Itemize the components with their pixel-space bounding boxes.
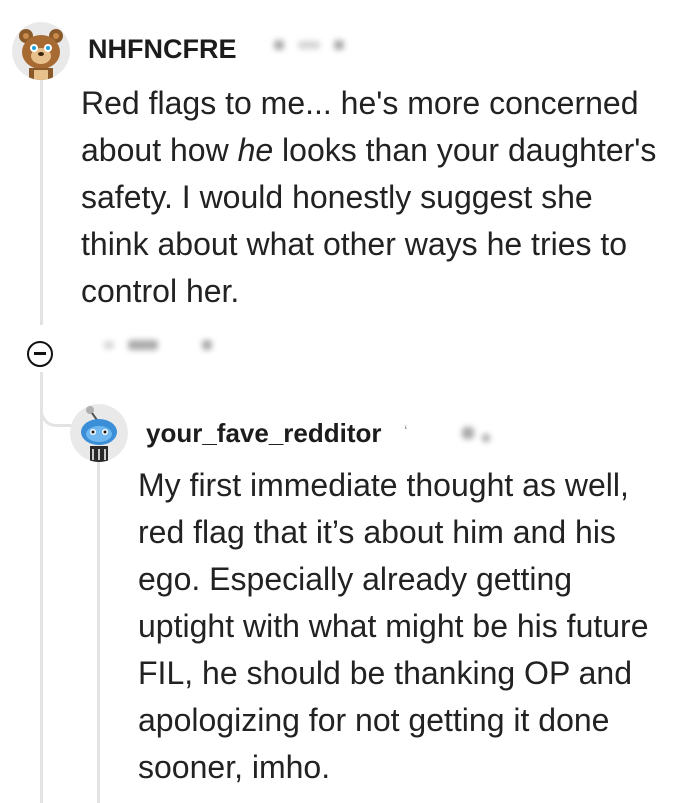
meta-separator-icon: ʻ bbox=[404, 424, 408, 441]
comment-body: My first immediate thought as well, red … bbox=[138, 462, 693, 791]
comment-line: apologizing for not getting it done bbox=[138, 702, 610, 738]
thread-line-reply bbox=[97, 462, 100, 803]
comment-line: safety. I would honestly suggest she bbox=[81, 179, 593, 215]
comment-meta-blurred bbox=[462, 424, 490, 442]
comment-meta-blurred bbox=[274, 40, 344, 50]
comment-username[interactable]: your_fave_redditor bbox=[146, 418, 382, 449]
comment-actions-blurred bbox=[104, 340, 212, 350]
comment-line: about how he looks than your daughter's bbox=[81, 127, 691, 174]
snoo-bear-avatar-icon bbox=[12, 22, 70, 80]
comment-line: sooner, imho. bbox=[138, 749, 331, 785]
comment-line: ego. Especially already getting bbox=[138, 561, 573, 597]
user-avatar[interactable] bbox=[12, 22, 70, 80]
comment-line: Red flags to me... he's more concerned bbox=[81, 85, 639, 121]
snoo-blue-avatar-icon bbox=[70, 404, 128, 462]
thread-line-top bbox=[40, 80, 43, 325]
comment-line: uptight with what might be his future bbox=[138, 608, 649, 644]
comment-line: control her. bbox=[81, 273, 240, 309]
thread-line-main bbox=[40, 372, 43, 803]
comment-body: Red flags to me... he's more concerned a… bbox=[81, 80, 691, 315]
comment-line: FIL, he should be thanking OP and bbox=[138, 655, 632, 691]
comment-line-part: looks than your daughter's bbox=[273, 132, 657, 168]
comment-line-part: about how bbox=[81, 132, 238, 168]
comment-username[interactable]: NHFNCFRE bbox=[88, 34, 237, 65]
collapse-minus-icon[interactable] bbox=[27, 341, 53, 367]
user-avatar[interactable] bbox=[70, 404, 128, 462]
comment-line-emphasis: he bbox=[237, 132, 274, 168]
comment-line: red flag that it’s about him and his bbox=[138, 514, 616, 550]
comment-line: think about what other ways he tries to bbox=[81, 226, 628, 262]
comment-line: My first immediate thought as well, bbox=[138, 467, 629, 503]
